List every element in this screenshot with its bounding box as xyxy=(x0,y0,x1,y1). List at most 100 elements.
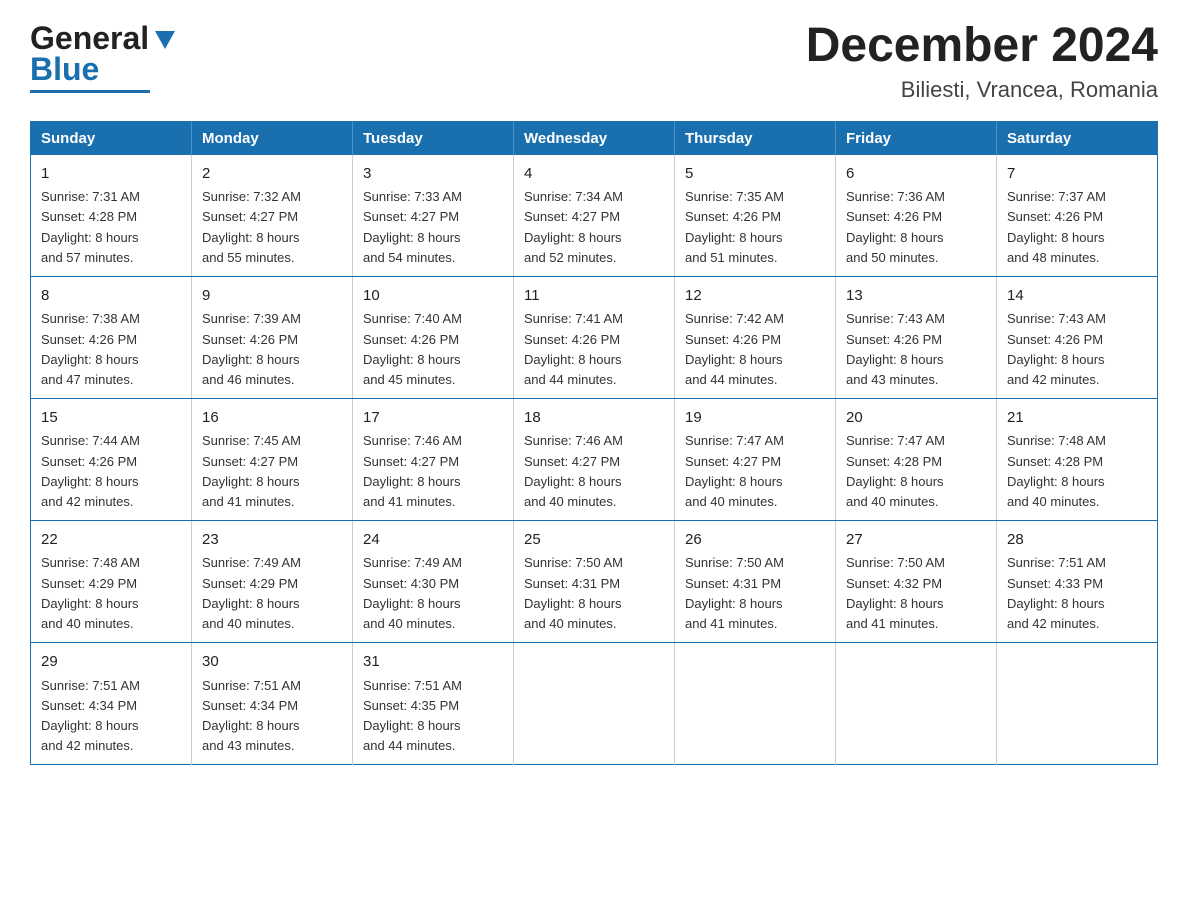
logo-blue-text: Blue xyxy=(30,51,99,88)
day-number: 2 xyxy=(202,163,342,186)
col-tuesday: Tuesday xyxy=(353,121,514,155)
day-info: Sunrise: 7:31 AM Sunset: 4:28 PM Dayligh… xyxy=(41,187,181,268)
calendar-cell: 14Sunrise: 7:43 AM Sunset: 4:26 PM Dayli… xyxy=(997,276,1158,398)
calendar-cell: 12Sunrise: 7:42 AM Sunset: 4:26 PM Dayli… xyxy=(675,276,836,398)
calendar-cell xyxy=(675,643,836,765)
day-number: 3 xyxy=(363,163,503,186)
calendar-cell: 3Sunrise: 7:33 AM Sunset: 4:27 PM Daylig… xyxy=(353,155,514,277)
day-info: Sunrise: 7:47 AM Sunset: 4:27 PM Dayligh… xyxy=(685,431,825,512)
calendar-cell: 6Sunrise: 7:36 AM Sunset: 4:26 PM Daylig… xyxy=(836,155,997,277)
day-number: 6 xyxy=(846,163,986,186)
day-number: 8 xyxy=(41,285,181,308)
day-info: Sunrise: 7:49 AM Sunset: 4:30 PM Dayligh… xyxy=(363,553,503,634)
day-info: Sunrise: 7:49 AM Sunset: 4:29 PM Dayligh… xyxy=(202,553,342,634)
day-number: 17 xyxy=(363,407,503,430)
day-info: Sunrise: 7:51 AM Sunset: 4:33 PM Dayligh… xyxy=(1007,553,1147,634)
calendar-cell: 2Sunrise: 7:32 AM Sunset: 4:27 PM Daylig… xyxy=(192,155,353,277)
calendar-cell: 18Sunrise: 7:46 AM Sunset: 4:27 PM Dayli… xyxy=(514,398,675,520)
day-number: 10 xyxy=(363,285,503,308)
calendar-week-row: 8Sunrise: 7:38 AM Sunset: 4:26 PM Daylig… xyxy=(31,276,1158,398)
day-number: 9 xyxy=(202,285,342,308)
calendar-cell: 28Sunrise: 7:51 AM Sunset: 4:33 PM Dayli… xyxy=(997,520,1158,642)
calendar-cell: 8Sunrise: 7:38 AM Sunset: 4:26 PM Daylig… xyxy=(31,276,192,398)
logo-triangle-icon xyxy=(151,23,179,51)
calendar-cell: 20Sunrise: 7:47 AM Sunset: 4:28 PM Dayli… xyxy=(836,398,997,520)
calendar-body: 1Sunrise: 7:31 AM Sunset: 4:28 PM Daylig… xyxy=(31,155,1158,765)
calendar-cell: 29Sunrise: 7:51 AM Sunset: 4:34 PM Dayli… xyxy=(31,643,192,765)
calendar-cell: 23Sunrise: 7:49 AM Sunset: 4:29 PM Dayli… xyxy=(192,520,353,642)
day-info: Sunrise: 7:41 AM Sunset: 4:26 PM Dayligh… xyxy=(524,309,664,390)
calendar-cell: 27Sunrise: 7:50 AM Sunset: 4:32 PM Dayli… xyxy=(836,520,997,642)
calendar-week-row: 1Sunrise: 7:31 AM Sunset: 4:28 PM Daylig… xyxy=(31,155,1158,277)
day-number: 28 xyxy=(1007,529,1147,552)
calendar-header: Sunday Monday Tuesday Wednesday Thursday… xyxy=(31,121,1158,155)
calendar-cell: 24Sunrise: 7:49 AM Sunset: 4:30 PM Dayli… xyxy=(353,520,514,642)
calendar-cell: 1Sunrise: 7:31 AM Sunset: 4:28 PM Daylig… xyxy=(31,155,192,277)
col-saturday: Saturday xyxy=(997,121,1158,155)
calendar-week-row: 29Sunrise: 7:51 AM Sunset: 4:34 PM Dayli… xyxy=(31,643,1158,765)
col-monday: Monday xyxy=(192,121,353,155)
calendar-cell: 31Sunrise: 7:51 AM Sunset: 4:35 PM Dayli… xyxy=(353,643,514,765)
day-info: Sunrise: 7:50 AM Sunset: 4:31 PM Dayligh… xyxy=(685,553,825,634)
day-info: Sunrise: 7:46 AM Sunset: 4:27 PM Dayligh… xyxy=(524,431,664,512)
day-info: Sunrise: 7:35 AM Sunset: 4:26 PM Dayligh… xyxy=(685,187,825,268)
calendar-cell: 22Sunrise: 7:48 AM Sunset: 4:29 PM Dayli… xyxy=(31,520,192,642)
month-title: December 2024 xyxy=(806,20,1158,73)
day-info: Sunrise: 7:51 AM Sunset: 4:34 PM Dayligh… xyxy=(202,676,342,757)
day-number: 27 xyxy=(846,529,986,552)
calendar-cell: 16Sunrise: 7:45 AM Sunset: 4:27 PM Dayli… xyxy=(192,398,353,520)
calendar-cell: 25Sunrise: 7:50 AM Sunset: 4:31 PM Dayli… xyxy=(514,520,675,642)
logo: General Blue xyxy=(30,20,179,93)
day-number: 11 xyxy=(524,285,664,308)
day-info: Sunrise: 7:37 AM Sunset: 4:26 PM Dayligh… xyxy=(1007,187,1147,268)
day-number: 21 xyxy=(1007,407,1147,430)
day-info: Sunrise: 7:51 AM Sunset: 4:34 PM Dayligh… xyxy=(41,676,181,757)
day-info: Sunrise: 7:50 AM Sunset: 4:31 PM Dayligh… xyxy=(524,553,664,634)
day-number: 30 xyxy=(202,651,342,674)
day-info: Sunrise: 7:43 AM Sunset: 4:26 PM Dayligh… xyxy=(1007,309,1147,390)
header: General Blue December 2024 Biliesti, Vra… xyxy=(30,20,1158,103)
calendar-cell: 9Sunrise: 7:39 AM Sunset: 4:26 PM Daylig… xyxy=(192,276,353,398)
day-info: Sunrise: 7:44 AM Sunset: 4:26 PM Dayligh… xyxy=(41,431,181,512)
day-number: 31 xyxy=(363,651,503,674)
day-number: 26 xyxy=(685,529,825,552)
col-wednesday: Wednesday xyxy=(514,121,675,155)
day-info: Sunrise: 7:36 AM Sunset: 4:26 PM Dayligh… xyxy=(846,187,986,268)
day-number: 18 xyxy=(524,407,664,430)
day-info: Sunrise: 7:46 AM Sunset: 4:27 PM Dayligh… xyxy=(363,431,503,512)
day-number: 12 xyxy=(685,285,825,308)
calendar-cell: 15Sunrise: 7:44 AM Sunset: 4:26 PM Dayli… xyxy=(31,398,192,520)
day-number: 24 xyxy=(363,529,503,552)
day-number: 5 xyxy=(685,163,825,186)
day-info: Sunrise: 7:43 AM Sunset: 4:26 PM Dayligh… xyxy=(846,309,986,390)
calendar-cell xyxy=(997,643,1158,765)
day-number: 16 xyxy=(202,407,342,430)
day-info: Sunrise: 7:45 AM Sunset: 4:27 PM Dayligh… xyxy=(202,431,342,512)
calendar-week-row: 22Sunrise: 7:48 AM Sunset: 4:29 PM Dayli… xyxy=(31,520,1158,642)
day-info: Sunrise: 7:48 AM Sunset: 4:29 PM Dayligh… xyxy=(41,553,181,634)
day-number: 23 xyxy=(202,529,342,552)
col-thursday: Thursday xyxy=(675,121,836,155)
calendar-cell: 13Sunrise: 7:43 AM Sunset: 4:26 PM Dayli… xyxy=(836,276,997,398)
calendar-cell: 21Sunrise: 7:48 AM Sunset: 4:28 PM Dayli… xyxy=(997,398,1158,520)
day-number: 29 xyxy=(41,651,181,674)
calendar-cell: 5Sunrise: 7:35 AM Sunset: 4:26 PM Daylig… xyxy=(675,155,836,277)
day-info: Sunrise: 7:50 AM Sunset: 4:32 PM Dayligh… xyxy=(846,553,986,634)
calendar-week-row: 15Sunrise: 7:44 AM Sunset: 4:26 PM Dayli… xyxy=(31,398,1158,520)
calendar-cell: 7Sunrise: 7:37 AM Sunset: 4:26 PM Daylig… xyxy=(997,155,1158,277)
calendar-cell: 30Sunrise: 7:51 AM Sunset: 4:34 PM Dayli… xyxy=(192,643,353,765)
calendar-cell xyxy=(514,643,675,765)
col-sunday: Sunday xyxy=(31,121,192,155)
title-section: December 2024 Biliesti, Vrancea, Romania xyxy=(806,20,1158,103)
day-number: 15 xyxy=(41,407,181,430)
day-info: Sunrise: 7:34 AM Sunset: 4:27 PM Dayligh… xyxy=(524,187,664,268)
day-number: 22 xyxy=(41,529,181,552)
location: Biliesti, Vrancea, Romania xyxy=(806,77,1158,103)
calendar-cell: 26Sunrise: 7:50 AM Sunset: 4:31 PM Dayli… xyxy=(675,520,836,642)
day-number: 25 xyxy=(524,529,664,552)
day-info: Sunrise: 7:39 AM Sunset: 4:26 PM Dayligh… xyxy=(202,309,342,390)
calendar-cell xyxy=(836,643,997,765)
day-info: Sunrise: 7:40 AM Sunset: 4:26 PM Dayligh… xyxy=(363,309,503,390)
calendar-table: Sunday Monday Tuesday Wednesday Thursday… xyxy=(30,121,1158,765)
day-info: Sunrise: 7:42 AM Sunset: 4:26 PM Dayligh… xyxy=(685,309,825,390)
